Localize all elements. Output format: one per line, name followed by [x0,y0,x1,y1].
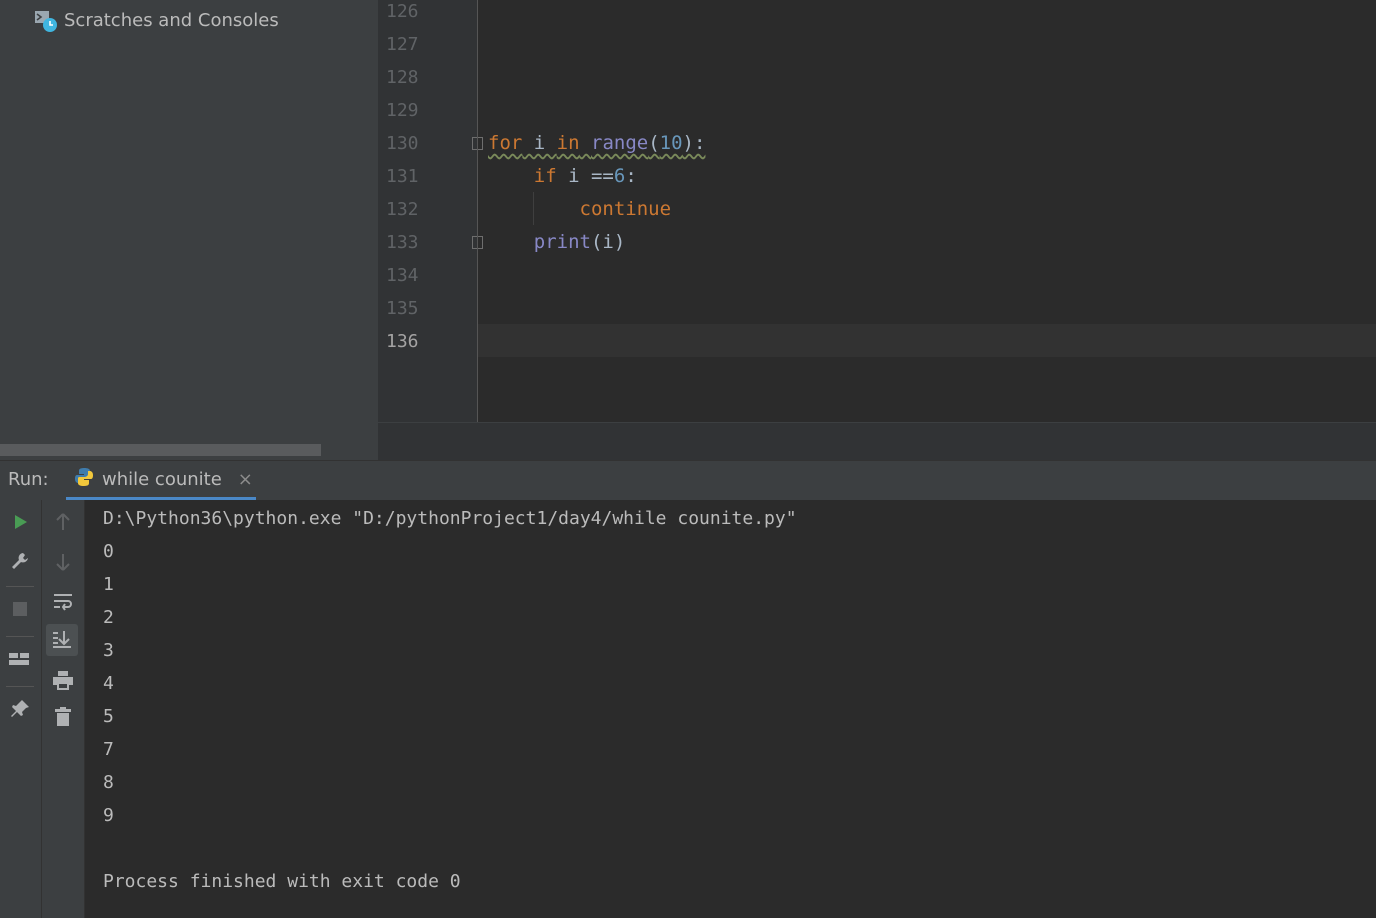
console-exit-message: Process finished with exit code 0 [103,871,461,892]
code-token: for [488,132,523,154]
trash-icon[interactable] [50,704,76,730]
console-line: 7 [103,739,114,760]
code-token: : [625,165,637,187]
code-token: i == [556,165,614,187]
line-number: 135 [386,298,419,319]
line-number: 126 [386,1,419,22]
console-line: 8 [103,772,114,793]
toolbar-separator [6,636,34,637]
line-number: 133 [386,232,419,253]
print-icon[interactable] [50,667,76,693]
line-number: 127 [386,34,419,55]
scratches-icon [34,9,57,32]
line-number: 129 [386,100,419,121]
code-token: range [591,132,649,154]
code-token: continue [579,198,672,220]
tree-item-scratches[interactable]: Scratches and Consoles [34,4,279,36]
code-token: 6 [613,165,626,187]
code-line[interactable]: continue [488,193,672,226]
run-tab-title: while counite [102,468,222,490]
code-token: 10 [659,132,683,154]
toolbar-separator [6,586,34,587]
down-arrow-icon[interactable] [50,549,76,575]
line-number: 131 [386,166,419,187]
soft-wrap-icon[interactable] [50,588,76,614]
line-number: 134 [386,265,419,286]
scroll-to-end-icon[interactable] [46,624,78,656]
wrench-icon[interactable] [7,548,33,574]
line-number: 128 [386,67,419,88]
code-token: if [533,165,557,187]
code-token: ( [648,132,660,154]
layout-icon[interactable] [6,646,32,672]
code-line[interactable]: print(i) [488,226,626,259]
run-label: Run: [8,469,49,490]
stop-icon[interactable] [7,596,33,622]
project-horizontal-scrollbar[interactable] [0,444,321,456]
code-token: (i) [590,231,626,253]
code-line[interactable]: if i ==6: [488,160,637,193]
close-icon[interactable]: × [238,469,253,490]
code-editor[interactable]: 126 127 128 129 130 131 132 133 134 135 … [378,0,1376,461]
run-icon[interactable] [7,509,33,535]
console-line: 1 [103,574,114,595]
gutter-divider [477,0,478,422]
toolbar-separator [6,686,34,687]
code-token: print [533,231,591,253]
run-left-toolbar [0,500,42,918]
console-output[interactable]: D:\Python36\python.exe "D:/pythonProject… [85,500,1376,918]
code-token: in [556,132,580,154]
current-line-highlight [478,324,1376,357]
project-panel: Scratches and Consoles [0,0,378,460]
console-line: 0 [103,541,114,562]
run-console-toolbar [42,500,85,918]
line-number-current: 136 [386,331,419,352]
console-line: 3 [103,640,114,661]
console-line: 2 [103,607,114,628]
console-line: 4 [103,673,114,694]
line-number: 130 [386,133,419,154]
pin-icon[interactable] [7,696,33,722]
console-command-line: D:\Python36\python.exe "D:/pythonProject… [103,508,797,529]
code-token: ): [682,132,706,154]
run-tool-window-header: Run: while counite × [0,460,1376,501]
editor-bottom-bar [378,422,1376,461]
run-tab[interactable]: while counite × [66,461,256,501]
tree-item-label: Scratches and Consoles [64,9,279,31]
code-token: i [522,132,557,154]
console-line: 5 [103,706,114,727]
console-line: 9 [103,805,114,826]
line-number: 132 [386,199,419,220]
line-number-gutter: 126 127 128 129 130 131 132 133 134 135 … [378,0,483,422]
code-line[interactable]: for i in range(10): [488,127,705,160]
up-arrow-icon[interactable] [50,509,76,535]
python-icon [74,467,94,491]
